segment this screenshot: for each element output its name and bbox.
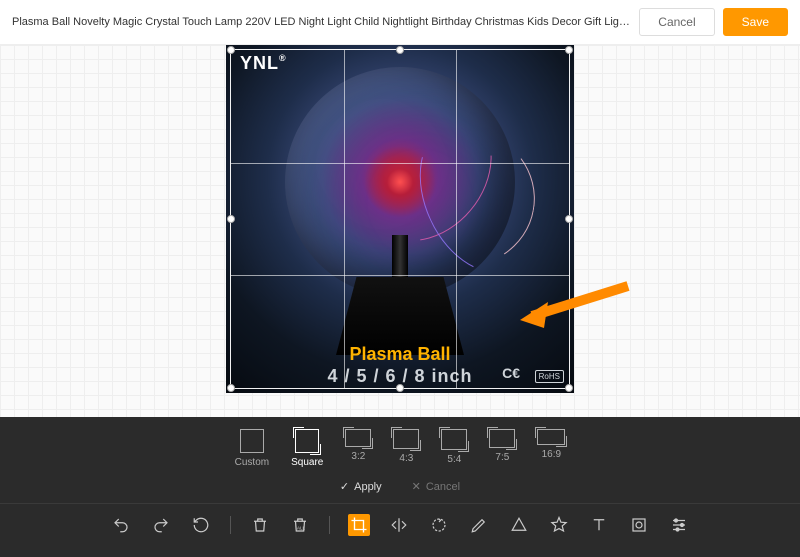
header: Plasma Ball Novelty Magic Crystal Touch … [0, 0, 800, 45]
delete-all-button[interactable]: ALL [289, 514, 311, 536]
crop-handle-nw[interactable] [227, 46, 235, 54]
undo-button[interactable] [110, 514, 132, 536]
delete-button[interactable] [249, 514, 271, 536]
shape-tool[interactable] [508, 514, 530, 536]
crop-rectangle[interactable] [230, 49, 570, 389]
crop-handle-s[interactable] [396, 384, 404, 392]
x-icon: ✕ [412, 480, 421, 493]
ratio-square[interactable]: Square [291, 429, 323, 468]
cancel-button[interactable]: Cancel [639, 8, 714, 36]
image-wrap[interactable]: YNL® Plasma Ball 4 / 5 / 6 / 8 inch C€ R… [226, 45, 574, 393]
rotate-tool[interactable] [428, 514, 450, 536]
crop-action-row: ✓Apply ✕Cancel [0, 474, 800, 503]
flip-tool[interactable] [388, 514, 410, 536]
product-title: Plasma Ball Novelty Magic Crystal Touch … [12, 16, 631, 28]
editor-toolbar: Custom Square 3:2 4:3 5:4 7:5 16:9 ✓Appl… [0, 417, 800, 557]
text-tool[interactable] [588, 514, 610, 536]
cancel-crop-button[interactable]: ✕Cancel [412, 480, 460, 493]
redo-button[interactable] [150, 514, 172, 536]
crop-handle-ne[interactable] [565, 46, 573, 54]
canvas-area[interactable]: YNL® Plasma Ball 4 / 5 / 6 / 8 inch C€ R… [0, 45, 800, 425]
apply-button[interactable]: ✓Apply [340, 480, 382, 493]
divider [230, 516, 231, 534]
ratio-5-4[interactable]: 5:4 [441, 429, 467, 468]
save-button[interactable]: Save [723, 8, 788, 36]
ratio-4-3[interactable]: 4:3 [393, 429, 419, 468]
icon-tool[interactable] [548, 514, 570, 536]
ratio-3-2[interactable]: 3:2 [345, 429, 371, 468]
aspect-ratio-row: Custom Square 3:2 4:3 5:4 7:5 16:9 [0, 417, 800, 474]
reset-button[interactable] [190, 514, 212, 536]
check-icon: ✓ [340, 480, 349, 493]
tool-row: ALL [0, 503, 800, 546]
ratio-7-5[interactable]: 7:5 [489, 429, 515, 468]
crop-handle-e[interactable] [565, 215, 573, 223]
ratio-16-9[interactable]: 16:9 [537, 429, 565, 468]
crop-tool[interactable] [348, 514, 370, 536]
svg-text:ALL: ALL [297, 526, 306, 531]
divider [329, 516, 330, 534]
crop-handle-w[interactable] [227, 215, 235, 223]
crop-handle-sw[interactable] [227, 384, 235, 392]
crop-handle-n[interactable] [396, 46, 404, 54]
mask-tool[interactable] [628, 514, 650, 536]
filter-tool[interactable] [668, 514, 690, 536]
crop-handle-se[interactable] [565, 384, 573, 392]
ratio-custom[interactable]: Custom [235, 429, 269, 468]
draw-tool[interactable] [468, 514, 490, 536]
